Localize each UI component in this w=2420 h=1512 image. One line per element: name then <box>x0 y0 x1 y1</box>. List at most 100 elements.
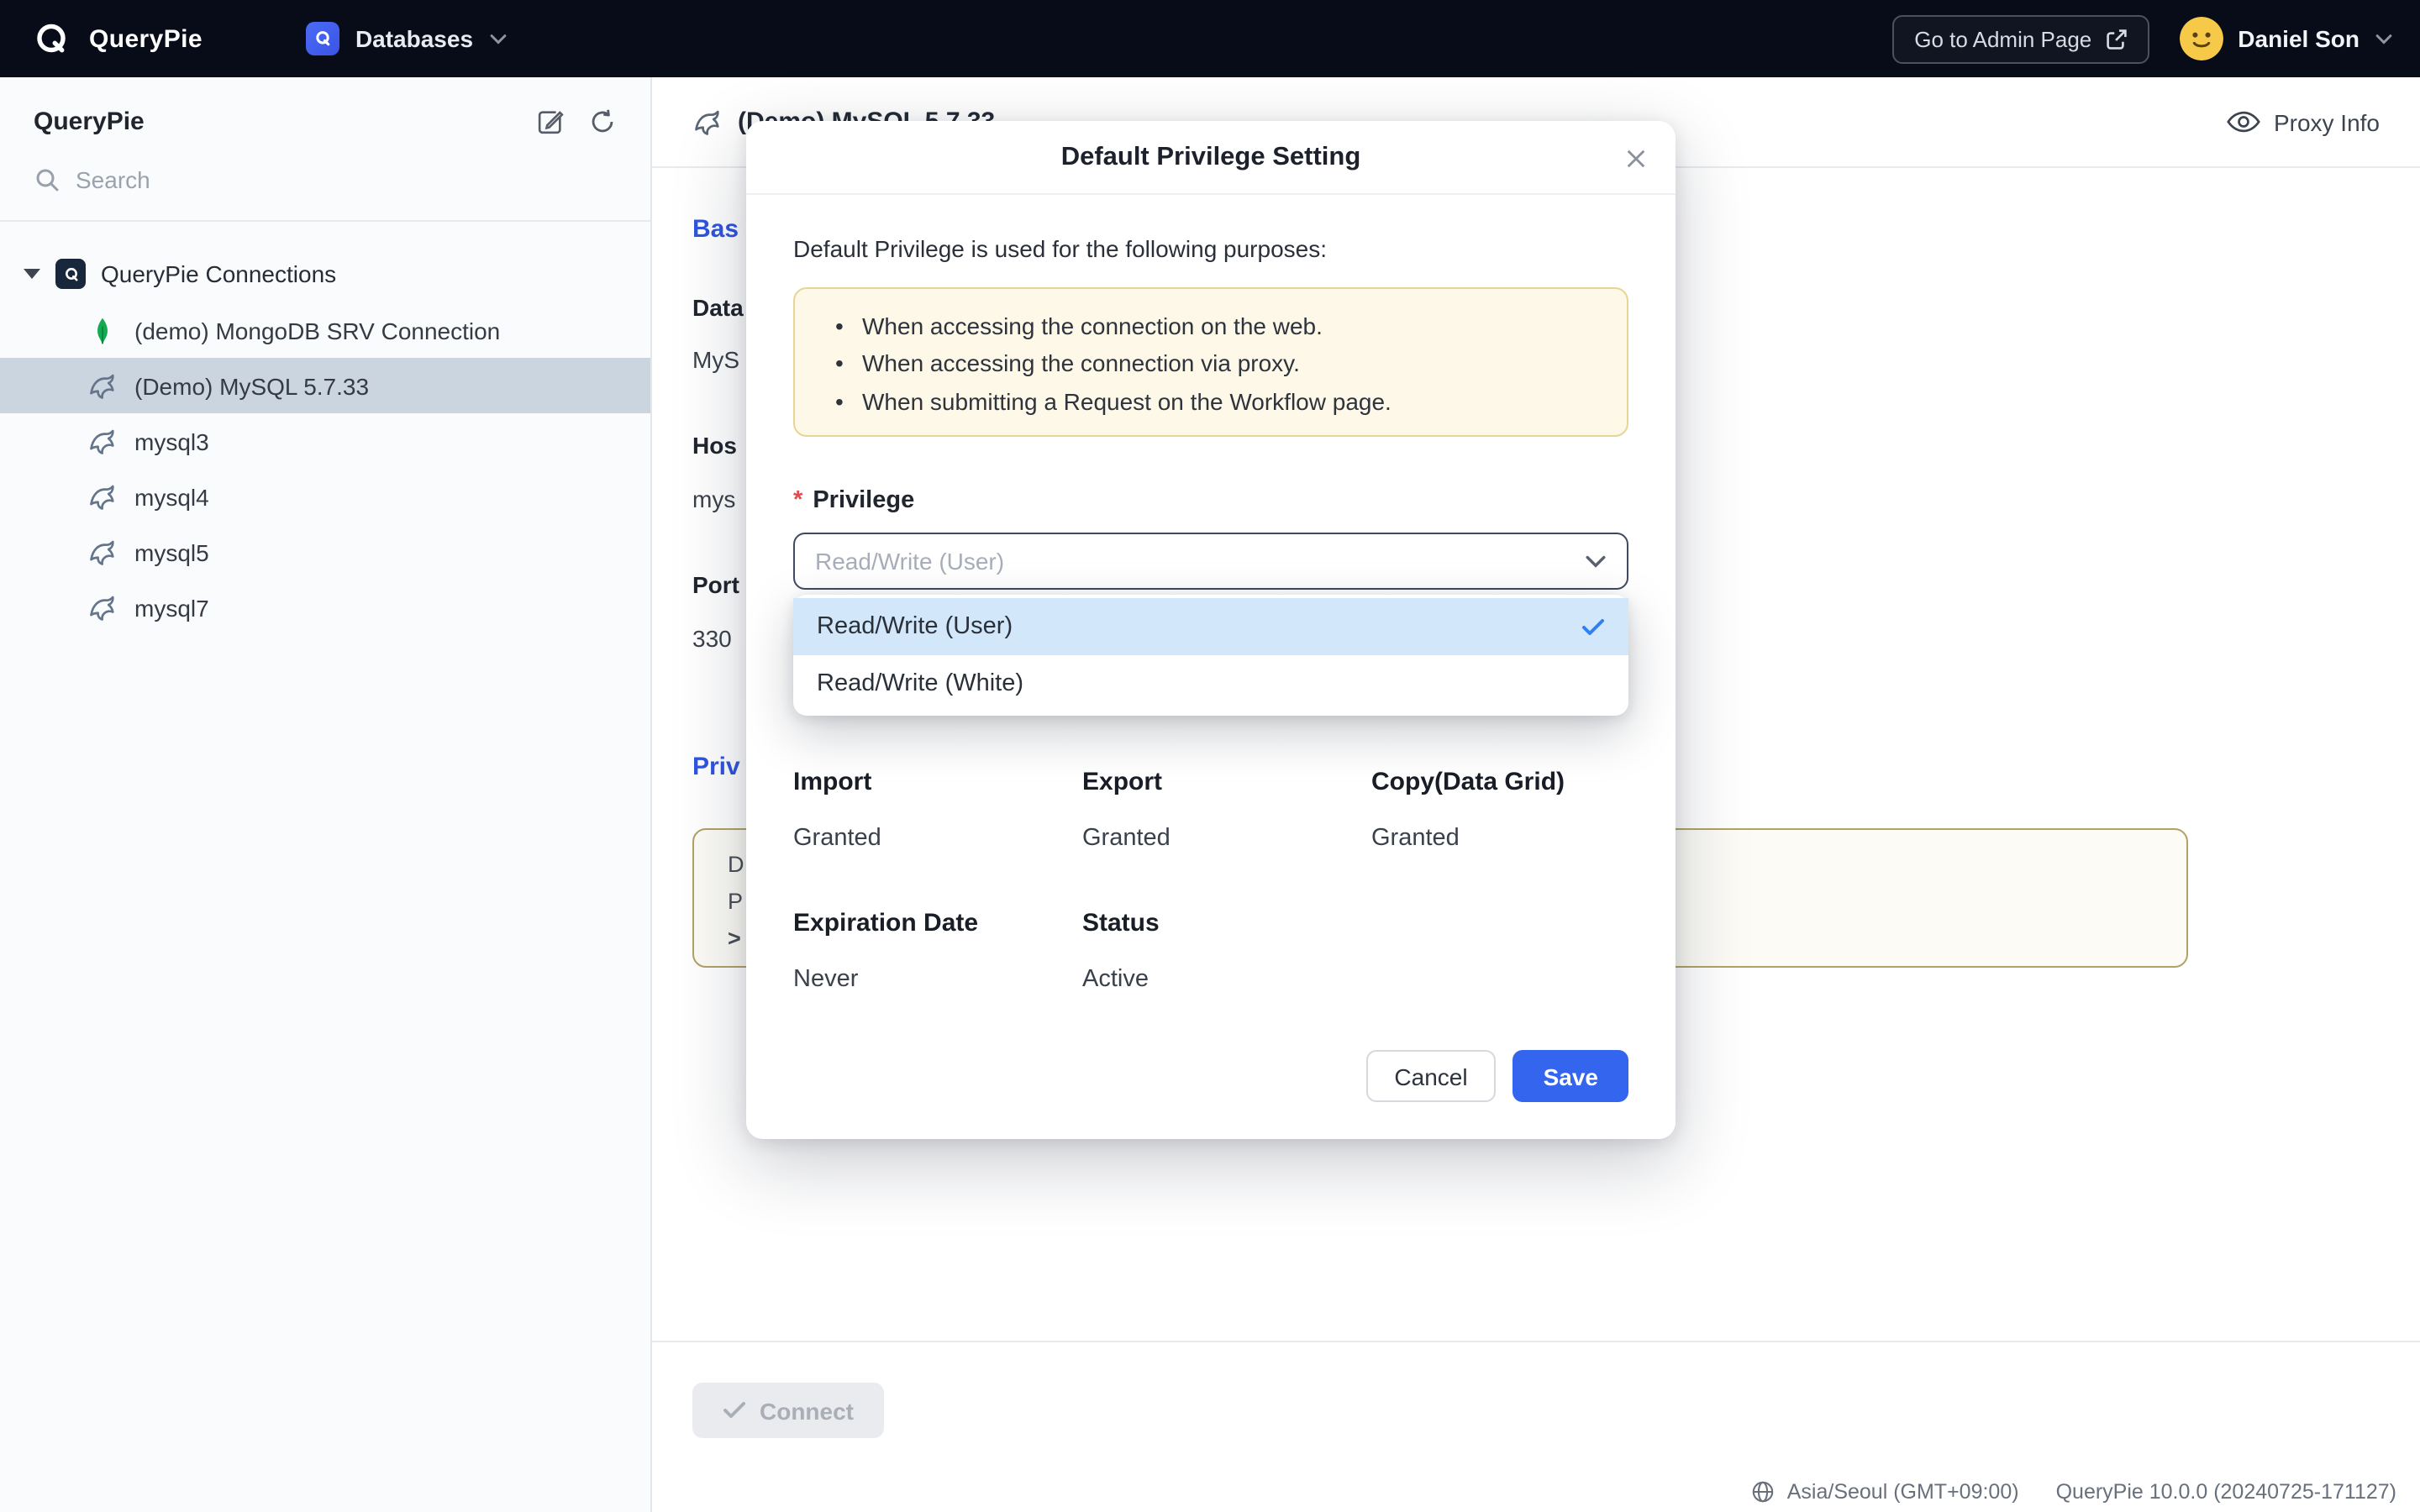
field-copy-data-grid: Copy(Data Grid) Granted <box>1371 768 1628 852</box>
tree-item-label: mysql7 <box>134 594 209 621</box>
tree-item-label: mysql4 <box>134 483 209 510</box>
search-icon <box>34 166 60 193</box>
check-icon <box>723 1401 746 1420</box>
purpose-item: When accessing the connection on the web… <box>818 307 1603 345</box>
topbar: QueryPie Databases Go to Admin Page <box>0 0 2420 77</box>
field-export-label: Export <box>1082 768 1371 796</box>
basic-information-heading: Bas <box>692 215 739 244</box>
tree-item-mysql4[interactable]: mysql4 <box>0 469 650 524</box>
mysql-icon <box>87 592 118 622</box>
field-copy-label: Copy(Data Grid) <box>1371 768 1628 796</box>
mongodb-icon <box>87 315 118 345</box>
privilege-heading: Priv <box>692 753 740 781</box>
new-query-icon[interactable] <box>536 108 565 136</box>
option-read-write-user[interactable]: Read/Write (User) <box>793 598 1628 655</box>
field-import-label: Import <box>793 768 1082 796</box>
version-label: QueryPie 10.0.0 (20240725-171127) <box>2056 1480 2396 1504</box>
mysql-icon <box>692 107 723 137</box>
option-label: Read/Write (White) <box>817 670 1023 697</box>
app-root: QueryPie Databases Go to Admin Page <box>0 0 2420 1512</box>
tree-item-label: mysql3 <box>134 428 209 454</box>
privilege-select[interactable]: Read/Write (User) <box>793 533 1628 590</box>
connect-button[interactable]: Connect <box>692 1383 884 1438</box>
field-expiration-date: Expiration Date Never <box>793 909 1082 993</box>
nav-databases[interactable]: Databases <box>307 22 507 55</box>
tree-item-mysql5[interactable]: mysql5 <box>0 524 650 580</box>
brand-title: QueryPie <box>89 24 203 53</box>
connection-tree: QueryPie Connections (demo) MongoDB SRV … <box>0 222 650 635</box>
option-read-write-white[interactable]: Read/Write (White) <box>793 655 1628 712</box>
field-label-host: Hos <box>692 432 737 459</box>
sidebar-actions <box>536 108 617 136</box>
close-icon[interactable] <box>1618 141 1652 175</box>
privilege-dropdown: Read/Write (User) Read/Write (White) <box>793 595 1628 716</box>
tree-item-mysql7[interactable]: mysql7 <box>0 580 650 635</box>
purpose-item: When accessing the connection via proxy. <box>818 345 1603 383</box>
sidebar-title: QueryPie <box>34 108 145 136</box>
field-status: Status Active <box>1082 909 1371 993</box>
tree-item-label: (demo) MongoDB SRV Connection <box>134 317 500 344</box>
caret-down-icon[interactable] <box>24 269 40 279</box>
querypie-logo-icon <box>30 18 72 60</box>
chevron-down-icon <box>2375 24 2393 54</box>
databases-app-icon <box>307 22 340 55</box>
cancel-button[interactable]: Cancel <box>1365 1050 1496 1102</box>
nav-databases-label: Databases <box>355 25 473 52</box>
mysql-icon <box>87 370 118 401</box>
external-link-icon <box>2105 28 2127 50</box>
mysql-icon <box>87 481 118 512</box>
eye-icon <box>2227 111 2260 133</box>
check-icon <box>1581 617 1605 636</box>
proxy-info-label: Proxy Info <box>2274 108 2380 135</box>
tree-root-label: QueryPie Connections <box>101 260 336 287</box>
user-menu[interactable]: Daniel Son <box>2179 17 2393 60</box>
timezone-label: Asia/Seoul (GMT+09:00) <box>1787 1480 2019 1504</box>
purpose-list: When accessing the connection on the web… <box>818 307 1603 420</box>
go-to-admin-page-button[interactable]: Go to Admin Page <box>1892 14 2149 63</box>
privilege-detail-grid-row2: Expiration Date Never Status Active <box>793 909 1628 993</box>
chevron-down-icon <box>1585 554 1607 569</box>
modal-footer: Cancel Save <box>1365 1050 1628 1102</box>
tree-item-mongodb-connection[interactable]: (demo) MongoDB SRV Connection <box>0 302 650 358</box>
field-expiration-label: Expiration Date <box>793 909 1082 937</box>
status-footer: Asia/Seoul (GMT+09:00) QueryPie 10.0.0 (… <box>1752 1480 2396 1504</box>
field-expiration-value: Never <box>793 966 1082 993</box>
option-label: Read/Write (User) <box>817 613 1013 640</box>
proxy-info-button[interactable]: Proxy Info <box>2227 108 2380 135</box>
tree-item-mysql3[interactable]: mysql3 <box>0 413 650 469</box>
avatar <box>2179 17 2223 60</box>
modal-title: Default Privilege Setting <box>1061 142 1361 172</box>
chevron-down-icon <box>488 24 507 54</box>
search-input[interactable] <box>76 166 496 193</box>
field-export-value: Granted <box>1082 825 1371 852</box>
tree-item-label: mysql5 <box>134 538 209 565</box>
globe-icon <box>1752 1480 1776 1504</box>
purpose-warning-box: When accessing the connection on the web… <box>793 287 1628 437</box>
field-label-database-type: Data <box>692 294 744 321</box>
field-export: Export Granted <box>1082 768 1371 852</box>
querypie-connections-icon <box>55 259 86 289</box>
modal-body: Default Privilege is used for the follow… <box>746 195 1676 1139</box>
field-label-port: Port <box>692 571 739 598</box>
tree-item-mysql-demo-selected[interactable]: (Demo) MySQL 5.7.33 <box>0 358 650 413</box>
purpose-item: When submitting a Request on the Workflo… <box>818 383 1603 421</box>
sidebar-search <box>0 156 650 222</box>
user-name: Daniel Son <box>2238 25 2360 52</box>
default-privilege-modal: Default Privilege Setting Default Privil… <box>746 121 1676 1139</box>
field-status-label: Status <box>1082 909 1371 937</box>
timezone-status: Asia/Seoul (GMT+09:00) <box>1752 1480 2019 1504</box>
privilege-field-label: *Privilege <box>793 487 1628 514</box>
modal-intro-text: Default Privilege is used for the follow… <box>793 235 1628 262</box>
modal-header: Default Privilege Setting <box>746 121 1676 195</box>
field-value-database-type: MyS <box>692 346 739 373</box>
sidebar-header: QueryPie <box>0 77 650 156</box>
tree-root-querypie-connections[interactable]: QueryPie Connections <box>0 245 650 302</box>
privilege-select-value: Read/Write (User) <box>815 548 1004 575</box>
refresh-icon[interactable] <box>588 108 617 136</box>
privilege-detail-grid-row1: Import Granted Export Granted Copy(Data … <box>793 768 1628 852</box>
go-to-admin-page-label: Go to Admin Page <box>1914 26 2091 51</box>
field-import: Import Granted <box>793 768 1082 852</box>
save-button[interactable]: Save <box>1513 1050 1628 1102</box>
sidebar: QueryPie <box>0 77 652 1512</box>
main-bottom-divider <box>652 1341 2420 1342</box>
